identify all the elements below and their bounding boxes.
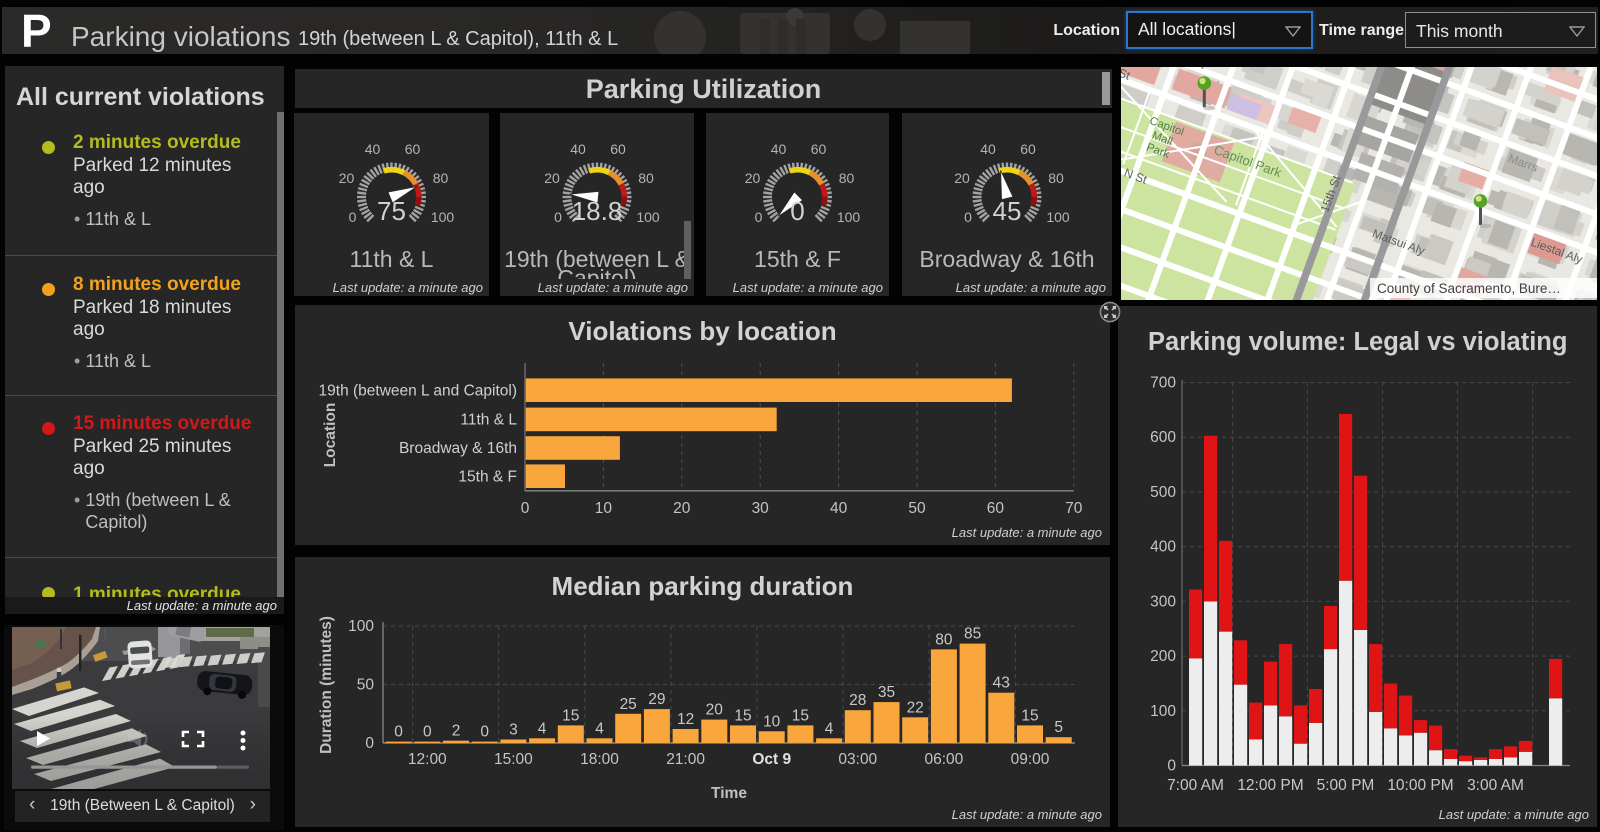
svg-text:300: 300 [1150,593,1176,610]
svg-text:20: 20 [339,170,355,186]
svg-text:Oct 9: Oct 9 [752,751,791,768]
svg-text:100: 100 [837,209,861,225]
svg-text:Broadway & 16th: Broadway & 16th [399,440,517,457]
svg-text:40: 40 [771,141,787,157]
svg-text:03:00: 03:00 [838,751,877,768]
svg-text:25: 25 [620,696,637,713]
svg-text:15: 15 [562,707,579,724]
svg-text:15: 15 [792,707,809,724]
svg-text:50: 50 [908,500,926,517]
svg-text:0: 0 [554,209,562,225]
svg-text:15:00: 15:00 [494,751,533,768]
svg-text:15th & F: 15th & F [458,469,517,486]
svg-text:0: 0 [349,209,357,225]
svg-text:30: 30 [752,500,770,517]
svg-text:7:00 AM: 7:00 AM [1167,777,1224,794]
svg-text:50: 50 [357,677,375,694]
svg-text:28: 28 [849,692,866,709]
svg-text:60: 60 [811,141,827,157]
svg-text:80: 80 [638,170,654,186]
svg-text:80: 80 [1048,170,1064,186]
svg-text:75: 75 [377,196,406,226]
svg-text:20: 20 [745,170,761,186]
svg-text:0: 0 [964,209,972,225]
svg-text:60: 60 [610,141,626,157]
svg-text:0: 0 [423,724,432,741]
svg-text:40: 40 [980,141,996,157]
svg-text:100: 100 [431,209,455,225]
svg-text:35: 35 [878,684,895,701]
svg-text:5:00 PM: 5:00 PM [1317,777,1375,794]
svg-text:200: 200 [1150,648,1176,665]
svg-text:09:00: 09:00 [1011,751,1050,768]
svg-text:21:00: 21:00 [666,751,705,768]
svg-text:0: 0 [1167,758,1176,775]
svg-text:85: 85 [964,626,981,643]
svg-text:100: 100 [1150,703,1176,720]
svg-text:0: 0 [365,735,374,752]
svg-text:100: 100 [636,209,660,225]
svg-text:43: 43 [993,675,1010,692]
svg-text:20: 20 [544,170,560,186]
svg-text:0: 0 [755,209,763,225]
svg-text:Time: Time [711,785,747,802]
svg-text:0: 0 [480,724,489,741]
svg-text:15: 15 [734,707,751,724]
svg-text:20: 20 [673,500,691,517]
svg-text:45: 45 [993,196,1022,226]
svg-text:20: 20 [706,702,724,719]
svg-text:0: 0 [521,500,530,517]
svg-text:0: 0 [394,724,403,741]
svg-text:80: 80 [935,631,953,648]
svg-text:4: 4 [825,720,834,737]
svg-text:100: 100 [348,618,374,635]
svg-text:3: 3 [509,722,518,739]
svg-text:100: 100 [1046,209,1070,225]
svg-text:60: 60 [1020,141,1036,157]
svg-text:10:00 PM: 10:00 PM [1387,777,1453,794]
svg-text:2: 2 [452,723,461,740]
svg-text:400: 400 [1150,539,1176,556]
svg-text:06:00: 06:00 [925,751,964,768]
svg-text:60: 60 [405,141,421,157]
svg-text:500: 500 [1150,484,1176,501]
svg-text:12:00: 12:00 [408,751,447,768]
svg-text:29: 29 [648,691,665,708]
svg-text:20: 20 [954,170,970,186]
svg-text:12:00 PM: 12:00 PM [1237,777,1303,794]
svg-text:40: 40 [365,141,381,157]
svg-text:15: 15 [1021,707,1038,724]
svg-text:40: 40 [830,500,848,517]
svg-text:4: 4 [595,720,604,737]
svg-text:Location: Location [322,403,339,468]
svg-text:5: 5 [1054,719,1063,736]
svg-text:18.8: 18.8 [572,196,623,226]
svg-text:60: 60 [987,500,1005,517]
svg-text:County of Sacramento, Bure…: County of Sacramento, Bure… [1377,281,1561,296]
svg-text:80: 80 [433,170,449,186]
svg-text:18:00: 18:00 [580,751,619,768]
svg-text:22: 22 [907,699,924,716]
svg-text:3:00 AM: 3:00 AM [1467,777,1524,794]
svg-text:0: 0 [790,196,804,226]
svg-text:10: 10 [763,713,781,730]
svg-text:12: 12 [677,711,694,728]
svg-text:11th & L: 11th & L [460,412,517,429]
svg-text:40: 40 [570,141,586,157]
svg-text:70: 70 [1065,500,1083,517]
svg-text:4: 4 [538,720,547,737]
svg-text:80: 80 [839,170,855,186]
svg-text:700: 700 [1150,375,1176,392]
svg-text:10: 10 [595,500,613,517]
svg-text:19th (between L and Capitol): 19th (between L and Capitol) [319,383,517,400]
svg-text:600: 600 [1150,429,1176,446]
svg-text:Duration (minutes): Duration (minutes) [318,616,335,754]
